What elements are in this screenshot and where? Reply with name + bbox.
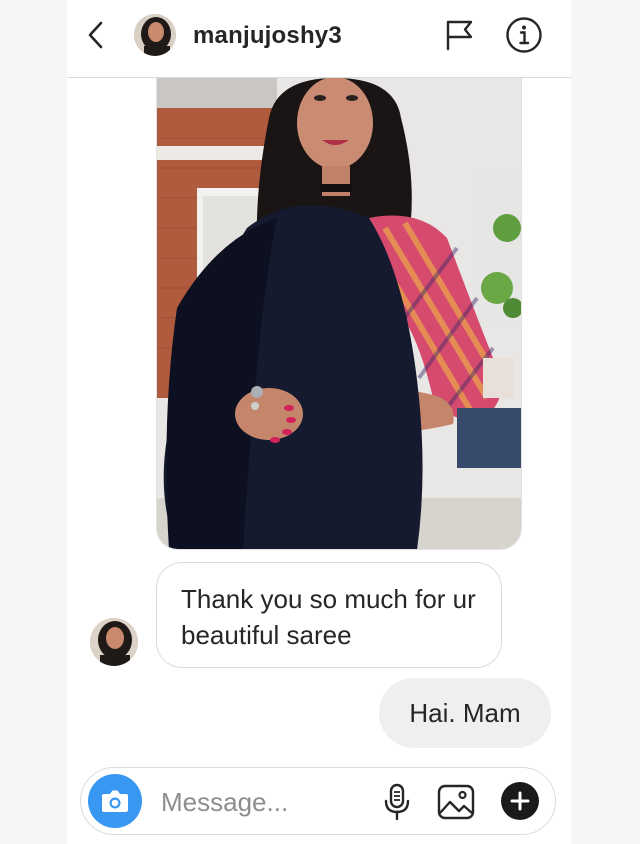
sender-avatar[interactable] bbox=[90, 618, 138, 666]
sent-message-bubble[interactable]: Hai. Mam bbox=[379, 678, 551, 748]
photo-image bbox=[157, 78, 521, 549]
more-options-button[interactable] bbox=[501, 782, 539, 820]
gallery-icon bbox=[437, 784, 475, 820]
camera-button[interactable] bbox=[88, 774, 142, 828]
flag-icon bbox=[446, 20, 473, 51]
avatar-image bbox=[134, 14, 176, 56]
camera-icon bbox=[102, 790, 128, 812]
back-chevron-icon bbox=[88, 21, 103, 49]
microphone-icon bbox=[384, 783, 410, 821]
message-input[interactable] bbox=[161, 782, 371, 822]
chat-username[interactable]: manjujoshy3 bbox=[193, 22, 342, 50]
info-button[interactable] bbox=[505, 16, 543, 54]
info-icon bbox=[506, 17, 542, 53]
report-button[interactable] bbox=[444, 18, 476, 52]
back-button[interactable] bbox=[83, 20, 109, 50]
avatar-image bbox=[90, 618, 138, 666]
direct-message-screen: manjujoshy3 Thank you so much for ur bea… bbox=[67, 0, 571, 844]
received-message-bubble[interactable]: Thank you so much for ur beautiful saree bbox=[156, 562, 502, 668]
header-avatar[interactable] bbox=[134, 14, 176, 56]
photo-message[interactable] bbox=[156, 78, 522, 550]
gallery-button[interactable] bbox=[436, 782, 476, 822]
chat-header: manjujoshy3 bbox=[67, 0, 571, 78]
voice-message-button[interactable] bbox=[381, 782, 413, 822]
plus-icon bbox=[510, 791, 530, 811]
message-composer bbox=[80, 767, 556, 835]
